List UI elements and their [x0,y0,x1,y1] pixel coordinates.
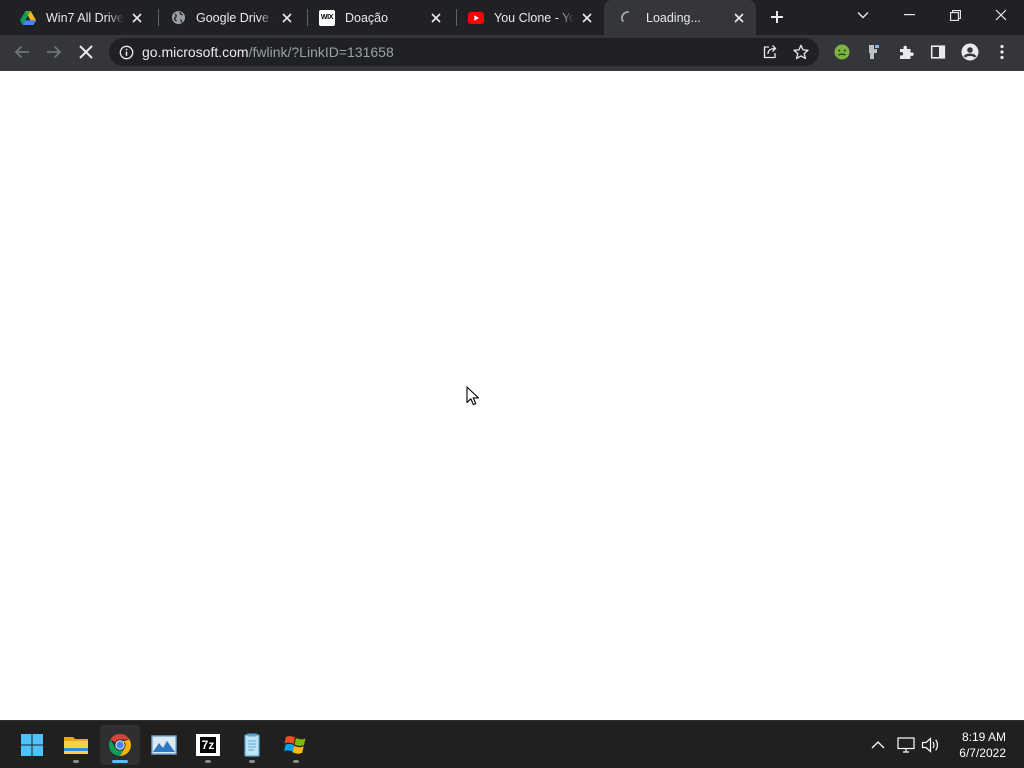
file-explorer-icon [64,737,88,754]
back-arrow-icon [14,45,29,59]
forward-button[interactable] [39,37,69,67]
close-tab-icon[interactable] [578,9,596,27]
clock-date: 6/7/2022 [959,746,1006,760]
stop-loading-button[interactable] [71,37,101,67]
notepad-icon [244,733,260,757]
puzzle-icon [900,45,914,59]
minimize-icon [903,14,915,16]
running-indicator [293,760,299,763]
windows-xp-icon [284,736,306,754]
forward-arrow-icon [47,45,62,59]
tab-title: Win7 All Drivers [46,10,124,25]
tab-you-clone[interactable]: You Clone - YouTube [452,0,604,35]
url-text: go.microsoft.com/fwlink/?LinkID=131658 [142,44,394,60]
running-indicator [205,760,211,763]
taskbar-clock[interactable]: 8:19 AM 6/7/2022 [959,729,1006,761]
side-panel-icon [930,45,946,59]
close-window-button[interactable] [978,0,1024,30]
running-indicator [249,760,255,763]
browser-toolbar: go.microsoft.com/fwlink/?LinkID=131658 [0,35,1024,70]
tab-title: Loading... [646,10,701,25]
loading-spinner-icon [620,10,636,26]
speaker-icon [921,737,938,753]
running-indicator [73,760,79,763]
close-tab-icon[interactable] [278,9,296,27]
tab-search-button[interactable] [848,0,878,30]
network-status-button[interactable] [894,733,918,757]
globe-icon [170,10,186,26]
chrome-icon [109,734,131,756]
address-bar[interactable]: go.microsoft.com/fwlink/?LinkID=131658 [109,38,819,66]
side-panel-button[interactable] [923,37,953,67]
chevron-down-icon [857,12,869,19]
close-tab-icon[interactable] [128,9,146,27]
photo-viewer-icon [151,735,177,755]
extension-face-button[interactable] [827,37,857,67]
windows-taskbar: 7z 8:19 AM 6/7/2022 [0,720,1024,768]
extensions-button[interactable] [891,37,921,67]
extension-tool-button[interactable] [859,37,889,67]
restore-button[interactable] [932,0,978,30]
taskbar-7zip[interactable]: 7z [188,725,228,765]
tool-extension-icon [869,45,879,59]
minimize-button[interactable] [886,0,932,30]
face-extension-icon [834,44,850,60]
back-button[interactable] [7,37,37,67]
url-path: /fwlink/?LinkID=131658 [248,44,394,60]
close-tab-icon[interactable] [730,9,748,27]
network-icon [897,737,915,753]
taskbar-photo-viewer[interactable] [144,725,184,765]
profile-avatar-icon [961,43,979,61]
taskbar-notepad[interactable] [232,725,272,765]
tab-google-drive[interactable]: Google Drive - Virus [154,0,304,35]
start-button[interactable] [12,725,52,765]
tab-doacao[interactable]: WIX Doação [303,0,453,35]
stop-icon [79,45,93,59]
start-icon [21,734,43,756]
tab-title: Google Drive - Virus [196,10,274,25]
tab-loading[interactable]: Loading... [604,0,756,35]
plus-icon [771,11,783,23]
7zip-icon: 7z [196,734,220,756]
show-hidden-icons-button[interactable] [866,733,890,757]
youtube-icon [468,10,484,26]
page-content[interactable] [0,71,1024,720]
close-icon [995,9,1007,21]
taskbar-file-explorer[interactable] [56,725,96,765]
mouse-cursor-icon [466,386,480,411]
site-info-icon[interactable] [112,38,140,66]
kebab-menu-icon [1000,44,1004,60]
running-indicator [112,760,128,763]
volume-button[interactable] [919,733,943,757]
url-host: go.microsoft.com [142,44,249,60]
bookmark-star-icon[interactable] [787,38,815,66]
chevron-up-icon [871,741,885,749]
tab-win7-all-drivers[interactable]: Win7 All Drivers [4,0,154,35]
profile-button[interactable] [955,37,985,67]
close-tab-icon[interactable] [427,9,445,27]
tab-strip: Win7 All Drivers Google Drive - Virus WI… [0,0,1024,35]
google-drive-icon [20,10,36,26]
share-icon[interactable] [756,38,784,66]
taskbar-windows-xp[interactable] [276,725,316,765]
clock-time: 8:19 AM [961,730,1006,744]
taskbar-chrome[interactable] [100,725,140,765]
restore-icon [949,9,961,21]
tab-title: You Clone - YouTube [494,10,574,25]
new-tab-button[interactable] [764,4,790,30]
tab-title: Doação [345,10,389,25]
chrome-menu-button[interactable] [987,37,1017,67]
wix-icon: WIX [319,9,335,26]
